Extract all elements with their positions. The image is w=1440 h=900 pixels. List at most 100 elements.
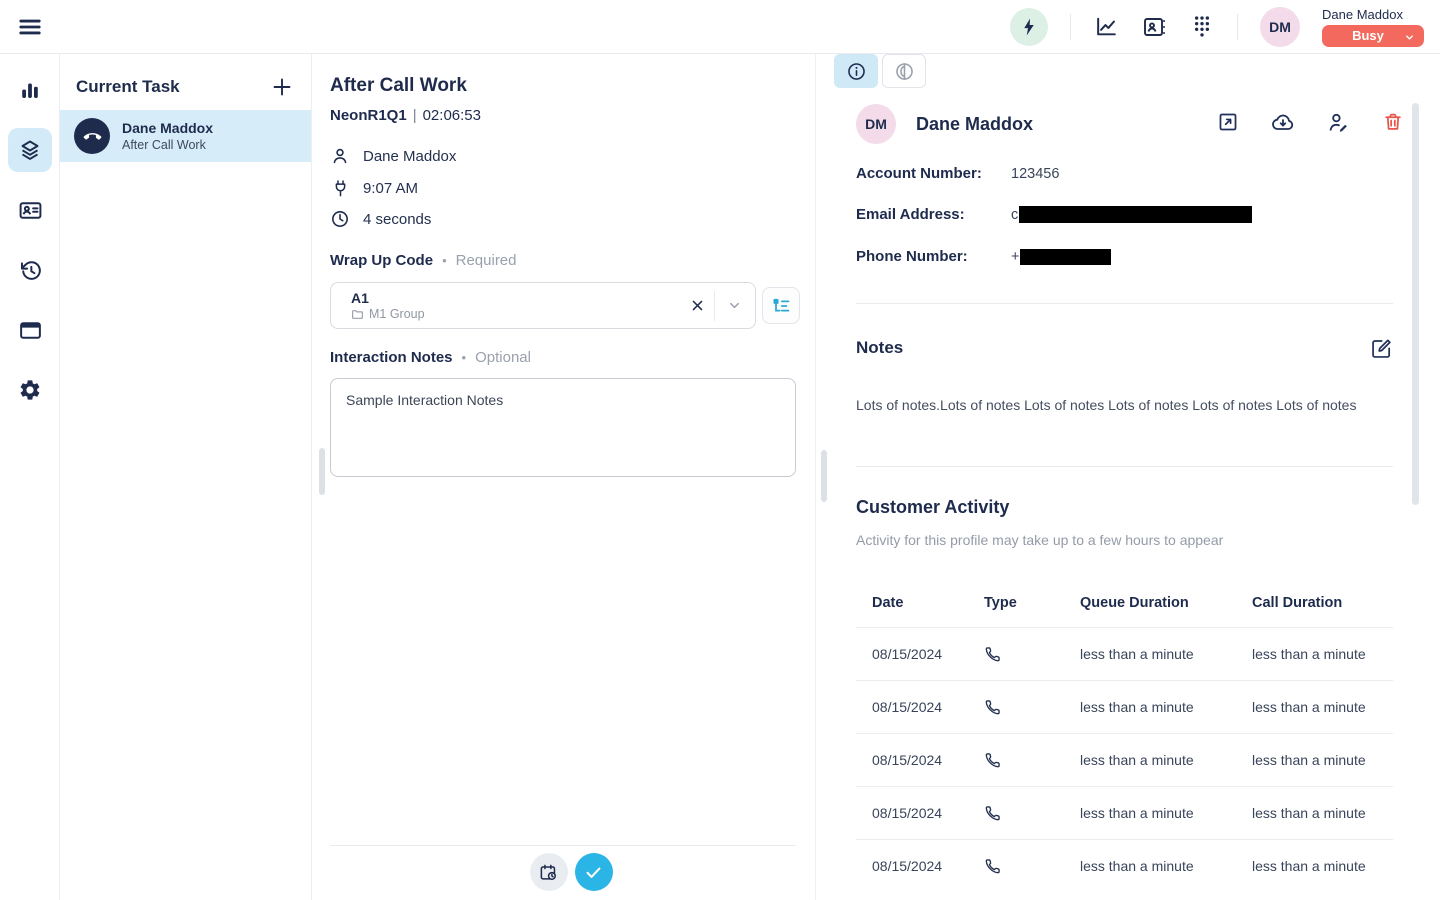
section-divider [856, 303, 1393, 304]
current-task-title: Current Task [76, 77, 180, 97]
wrap-up-selected-group: M1 Group [369, 307, 425, 321]
clear-icon[interactable] [682, 291, 712, 321]
tab-insights[interactable] [882, 54, 926, 88]
contact-name: Dane Maddox [363, 148, 456, 165]
task-contact-name: Dane Maddox [122, 120, 213, 136]
after-call-work-panel: After Call Work NeonR1Q1|02:06:53 Dane M… [312, 54, 830, 900]
acw-panel-scrollbar[interactable] [821, 450, 827, 502]
user-name: Dane Maddox [1322, 7, 1403, 22]
split-circle-icon [894, 61, 915, 82]
queue-duration: less than a minute [1064, 752, 1236, 768]
phone-call-icon [984, 751, 1002, 769]
call-duration: less than a minute [1236, 646, 1393, 662]
phone-number-field: Phone Number: + [856, 248, 1393, 265]
column-header: Call Duration [1236, 595, 1393, 611]
sidebar-item-apps[interactable] [8, 308, 52, 352]
user-avatar[interactable]: DM [1260, 7, 1300, 47]
phone-call-icon [984, 698, 1002, 716]
phone-handset-icon [83, 127, 102, 146]
dialpad-icon [1191, 14, 1213, 39]
column-header: Type [968, 595, 1064, 611]
chevron-down-icon[interactable] [717, 291, 751, 321]
acw-title: After Call Work [330, 75, 467, 97]
chevron-down-icon [1404, 31, 1415, 46]
field-value: c [1011, 206, 1252, 223]
wrap-up-label: Wrap Up Code [330, 252, 433, 269]
table-row[interactable]: 08/15/2024 less than a minute less than … [856, 786, 1393, 839]
panel-divider [815, 54, 816, 900]
bullet: • [442, 253, 447, 268]
sidebar-item-contacts[interactable] [8, 188, 52, 232]
status-dropdown[interactable]: Busy [1322, 25, 1424, 47]
line-chart-icon [1094, 14, 1119, 39]
call-avatar [74, 118, 110, 154]
nav-rail [0, 54, 60, 900]
sidebar-item-tasks[interactable] [8, 128, 52, 172]
redaction-bar [1019, 206, 1252, 223]
tree-list-icon [771, 296, 791, 316]
table-row[interactable]: 08/15/2024 less than a minute less than … [856, 733, 1393, 786]
add-task-button[interactable] [269, 74, 295, 100]
clock-icon [330, 209, 350, 229]
info-icon [846, 61, 867, 82]
notes-title: Notes [856, 338, 903, 358]
elapsed-row: 4 seconds [330, 209, 431, 229]
cloud-download-icon[interactable] [1271, 110, 1295, 134]
account-number-field: Account Number: 123456 [856, 165, 1393, 182]
task-list-item[interactable]: Dane Maddox After Call Work [60, 110, 311, 162]
quick-actions-button[interactable] [1010, 8, 1048, 46]
queue-duration: less than a minute [1064, 805, 1236, 821]
task-panel-scrollbar[interactable] [319, 448, 325, 495]
delete-contact-icon[interactable] [1381, 110, 1405, 134]
column-header: Queue Duration [1064, 595, 1236, 611]
phone-call-icon [984, 804, 1002, 822]
schedule-followup-button[interactable] [530, 853, 568, 891]
tab-profile-info[interactable] [834, 54, 878, 88]
call-duration: less than a minute [1236, 699, 1393, 715]
section-divider [856, 466, 1393, 467]
wrap-up-label-row: Wrap Up Code • Required [330, 252, 517, 269]
notes-body: Lots of notes.Lots of notes Lots of note… [856, 397, 1393, 413]
acw-footer-divider [330, 845, 796, 846]
folder-icon [351, 308, 364, 321]
contacts-button[interactable] [1141, 14, 1167, 40]
interaction-notes-input[interactable]: Sample Interaction Notes [330, 378, 796, 477]
wrap-up-selected-code: A1 [351, 290, 682, 306]
edit-contact-icon[interactable] [1326, 110, 1350, 134]
combo-separator [714, 291, 715, 321]
phone-call-icon [984, 857, 1002, 875]
edit-notes-icon[interactable] [1369, 336, 1393, 360]
redaction-bar [1020, 249, 1111, 265]
gear-icon [18, 378, 42, 402]
contact-card-icon [1142, 15, 1166, 39]
id-card-icon [18, 198, 43, 223]
sidebar-item-dashboard[interactable] [8, 68, 52, 112]
reports-button[interactable] [1093, 14, 1119, 40]
current-task-panel: Current Task Dane Maddox After Call Work [60, 54, 312, 900]
profile-name: Dane Maddox [916, 114, 1033, 135]
acw-subtitle: NeonR1Q1|02:06:53 [330, 107, 481, 124]
elapsed-time: 4 seconds [363, 211, 431, 228]
status-label: Busy [1352, 28, 1384, 43]
table-header-row: Date Type Queue Duration Call Duration [856, 578, 1393, 627]
complete-acw-button[interactable] [575, 853, 613, 891]
dialpad-button[interactable] [1189, 14, 1215, 40]
sidebar-item-settings[interactable] [8, 368, 52, 412]
lightning-icon [1019, 17, 1039, 37]
profile-panel-scrollbar[interactable] [1412, 103, 1419, 505]
customer-activity-subtitle: Activity for this profile may take up to… [856, 532, 1223, 548]
plug-icon [330, 178, 350, 198]
window-icon [18, 318, 43, 343]
interaction-notes-label-row: Interaction Notes • Optional [330, 349, 531, 366]
wrap-up-requirement: Required [456, 252, 517, 269]
wrap-up-code-select[interactable]: A1 M1 Group [330, 282, 756, 329]
open-in-new-icon[interactable] [1216, 110, 1240, 134]
history-icon [18, 258, 43, 283]
table-row[interactable]: 08/15/2024 less than a minute less than … [856, 680, 1393, 733]
table-row[interactable]: 08/15/2024 less than a minute less than … [856, 839, 1393, 892]
field-value: + [1011, 249, 1111, 265]
table-row[interactable]: 08/15/2024 less than a minute less than … [856, 627, 1393, 680]
hamburger-menu-icon[interactable] [16, 13, 44, 41]
wrap-up-tree-view-button[interactable] [762, 287, 800, 324]
sidebar-item-history[interactable] [8, 248, 52, 292]
